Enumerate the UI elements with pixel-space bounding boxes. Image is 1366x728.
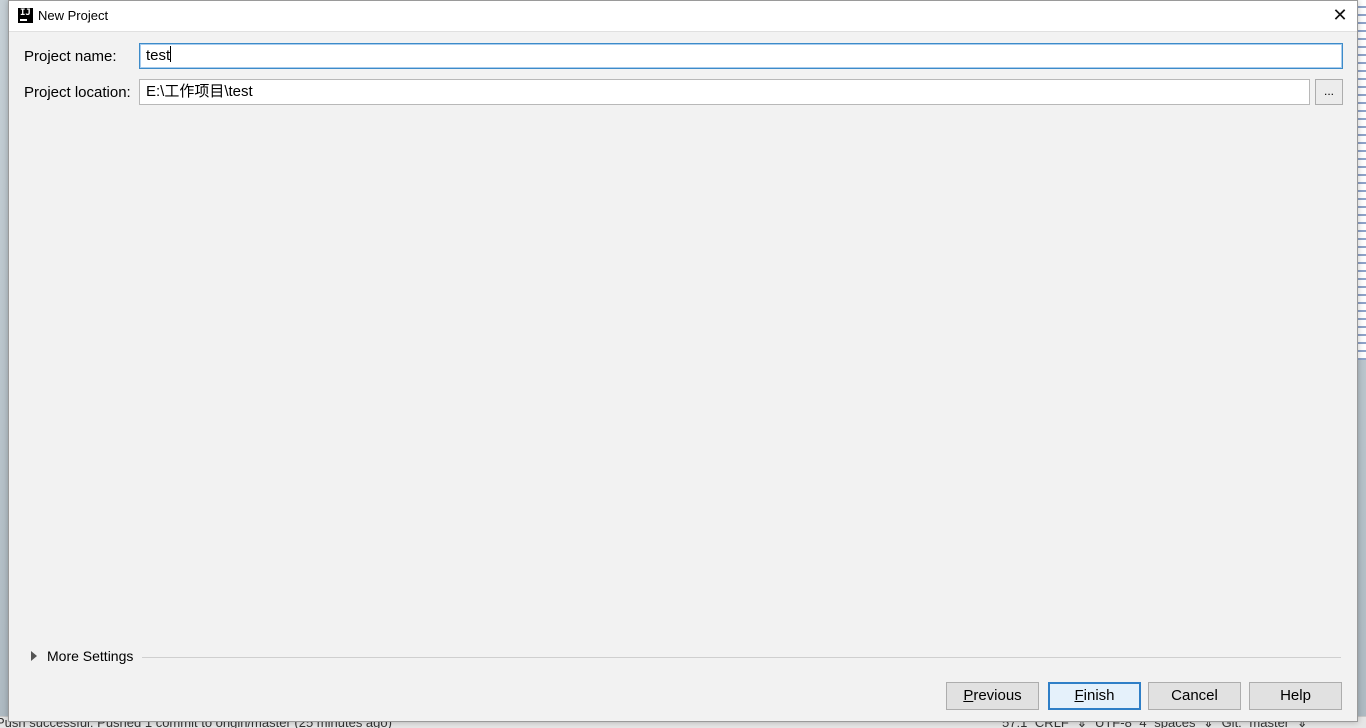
finish-mnemonic: F [1074,687,1084,704]
previous-mnemonic: P [963,687,974,704]
settings-divider [142,657,1341,658]
project-location-value: E:\工作项目\test [146,83,253,100]
project-name-value: test [146,47,171,64]
previous-button[interactable]: Previous [946,682,1039,710]
close-button[interactable]: ✕ [1329,5,1351,27]
background-editor-strip [1358,0,1366,360]
project-name-label: Project name: [24,48,117,65]
dialog-title: New Project [38,8,109,23]
close-icon: ✕ [1332,5,1348,26]
triangle-right-icon [31,651,37,661]
text-caret [170,46,172,62]
browse-button[interactable]: ... [1315,79,1343,105]
project-location-input[interactable]: E:\工作项目\test [139,79,1310,105]
previous-label-rest: revious [973,687,1022,704]
more-settings-label: More Settings [47,648,134,664]
new-project-dialog: IJ New Project ✕ Project name: test Proj… [8,0,1358,722]
project-name-input[interactable]: test [139,43,1343,69]
dialog-titlebar[interactable]: IJ New Project ✕ [9,1,1357,32]
help-button[interactable]: Help [1249,682,1342,710]
cancel-button[interactable]: Cancel [1148,682,1241,710]
finish-button[interactable]: Finish [1048,682,1141,710]
intellij-icon: IJ [18,8,33,23]
project-location-label: Project location: [24,84,131,101]
finish-label-rest: inish [1083,687,1115,704]
